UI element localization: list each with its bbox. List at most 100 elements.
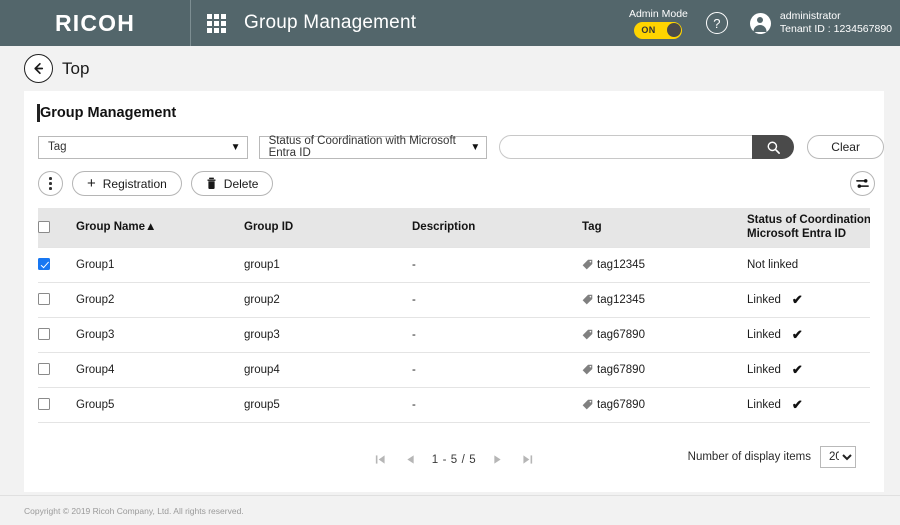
groups-table-wrapper: Group Name▲ Group ID Description Tag Sta bbox=[38, 208, 870, 475]
groups-table: Group Name▲ Group ID Description Tag Sta bbox=[38, 208, 870, 423]
column-settings-button[interactable] bbox=[850, 171, 875, 196]
action-toolbar: + Registration Delete bbox=[38, 171, 884, 196]
admin-mode-toggle-state: ON bbox=[641, 25, 656, 35]
row-checkbox[interactable] bbox=[38, 363, 50, 376]
display-items-control: Number of display items 20 bbox=[688, 445, 856, 468]
status-label: Linked bbox=[747, 398, 781, 411]
row-select-cell bbox=[38, 317, 76, 353]
cell-group-id: group1 bbox=[244, 246, 412, 283]
cell-description: - bbox=[412, 317, 582, 353]
cell-group-name: Group2 bbox=[76, 282, 244, 318]
status-label: Linked bbox=[747, 293, 781, 306]
page-title: Group Management bbox=[24, 91, 884, 122]
table-row[interactable]: Group5 group5- tag67890 Linked ✔ bbox=[38, 387, 870, 423]
cell-description: - bbox=[412, 352, 582, 388]
search-button[interactable] bbox=[752, 135, 795, 159]
sort-ascending-icon: ▲ bbox=[145, 221, 157, 234]
magnifier-icon bbox=[767, 141, 780, 154]
admin-mode-toggle[interactable]: ON bbox=[634, 21, 683, 39]
tag-filter-select[interactable]: Tag ▼ bbox=[38, 135, 248, 159]
header-divider bbox=[190, 0, 191, 46]
toggle-knob bbox=[666, 23, 681, 37]
row-select-cell bbox=[38, 246, 76, 283]
display-items-select[interactable]: 20 bbox=[820, 445, 856, 468]
th-description-label: Description bbox=[412, 221, 476, 234]
status-filter-value: Status of Coordination with Microsoft En… bbox=[268, 135, 456, 159]
th-group-name[interactable]: Group Name▲ bbox=[76, 208, 244, 247]
th-select-all bbox=[38, 208, 76, 247]
table-head: Group Name▲ Group ID Description Tag Sta bbox=[38, 208, 870, 247]
next-page-button[interactable] bbox=[482, 449, 512, 471]
cell-description: - bbox=[412, 282, 582, 318]
table-body: Group1 group1- tag12345 Not linked Group2 gro… bbox=[38, 246, 870, 423]
tag-label: tag67890 bbox=[597, 398, 645, 411]
table-row[interactable]: Group1 group1- tag12345 Not linked bbox=[38, 246, 870, 283]
tag-icon bbox=[582, 399, 593, 410]
clear-button[interactable]: Clear bbox=[807, 135, 884, 159]
table-row[interactable]: Group4 group4- tag67890 Linked ✔ bbox=[38, 352, 870, 388]
tag-label: tag67890 bbox=[597, 328, 645, 341]
th-tag[interactable]: Tag bbox=[582, 208, 747, 247]
cell-group-id: group2 bbox=[244, 282, 412, 318]
header-right-area: Admin Mode ON ? administrator Tenant ID … bbox=[629, 0, 900, 46]
linked-check-icon: ✔ bbox=[791, 397, 803, 412]
cell-group-name: Group5 bbox=[76, 387, 244, 423]
header-page-title: Group Management bbox=[244, 12, 417, 33]
first-page-button[interactable] bbox=[366, 449, 396, 471]
ricoh-logo: RICOH bbox=[54, 9, 136, 36]
search-input[interactable] bbox=[499, 135, 753, 159]
help-icon[interactable]: ? bbox=[705, 12, 728, 34]
th-status-line2: Microsoft Entra ID bbox=[747, 228, 847, 241]
cell-group-id: group3 bbox=[244, 317, 412, 353]
table-row[interactable]: Group3 group3- tag67890 Linked ✔ bbox=[38, 317, 870, 353]
back-button[interactable] bbox=[24, 54, 53, 83]
first-page-icon bbox=[376, 455, 385, 464]
more-vertical-icon[interactable] bbox=[38, 171, 63, 196]
user-name: administrator bbox=[779, 9, 841, 22]
linked-check-icon: ✔ bbox=[791, 292, 803, 307]
status-label: Not linked bbox=[747, 258, 799, 271]
row-checkbox[interactable] bbox=[38, 398, 50, 411]
table-row[interactable]: Group2 group2- tag12345 Linked ✔ bbox=[38, 282, 870, 318]
avatar-icon bbox=[749, 12, 771, 34]
app-header: RICOH Group Management Admin Mode ON ? a… bbox=[0, 0, 900, 46]
chevron-down-icon: ▼ bbox=[230, 141, 241, 153]
row-checkbox[interactable] bbox=[38, 293, 50, 306]
chevron-down-icon: ▼ bbox=[470, 141, 481, 153]
th-group-id[interactable]: Group ID bbox=[244, 208, 412, 247]
tag-icon bbox=[582, 329, 593, 340]
linked-check-icon: ✔ bbox=[791, 362, 803, 377]
cell-status: Linked ✔ bbox=[747, 387, 870, 423]
cell-status: Not linked bbox=[747, 246, 870, 283]
prev-page-button[interactable] bbox=[396, 449, 426, 471]
brand-area[interactable]: RICOH bbox=[0, 0, 190, 46]
admin-mode-control[interactable]: Admin Mode ON bbox=[629, 8, 688, 39]
user-account-area[interactable]: administrator Tenant ID : 1234567890 bbox=[749, 10, 892, 36]
table-header-row: Group Name▲ Group ID Description Tag Sta bbox=[38, 208, 870, 247]
filter-row: Tag ▼ Status of Coordination with Micros… bbox=[38, 135, 884, 159]
status-label: Linked bbox=[747, 328, 781, 341]
app-root: RICOH Group Management Admin Mode ON ? a… bbox=[0, 0, 900, 525]
row-checkbox[interactable] bbox=[38, 258, 50, 271]
linked-check-icon: ✔ bbox=[791, 327, 803, 342]
delete-button[interactable]: Delete bbox=[190, 171, 274, 196]
breadcrumb-label[interactable]: Top bbox=[62, 59, 89, 79]
user-info: administrator Tenant ID : 1234567890 bbox=[780, 10, 892, 36]
th-status-coordination[interactable]: Status of Coordination wi Microsoft Entr… bbox=[747, 208, 870, 247]
cell-description: - bbox=[412, 246, 582, 283]
tag-icon bbox=[582, 294, 593, 305]
th-description[interactable]: Description bbox=[412, 208, 582, 247]
th-group-id-label: Group ID bbox=[244, 221, 294, 234]
row-checkbox[interactable] bbox=[38, 328, 50, 341]
last-page-button[interactable] bbox=[512, 449, 542, 471]
row-select-cell bbox=[38, 387, 76, 423]
registration-button[interactable]: + Registration bbox=[72, 171, 182, 196]
apps-grid-icon[interactable] bbox=[207, 13, 226, 33]
th-group-name-label: Group Name bbox=[76, 221, 146, 234]
select-all-checkbox[interactable] bbox=[38, 221, 50, 234]
status-label: Linked bbox=[747, 363, 781, 376]
status-filter-select[interactable]: Status of Coordination with Microsoft En… bbox=[258, 135, 488, 159]
cell-tag: tag67890 bbox=[582, 387, 747, 423]
tag-icon bbox=[582, 259, 593, 270]
last-page-icon bbox=[523, 455, 532, 464]
